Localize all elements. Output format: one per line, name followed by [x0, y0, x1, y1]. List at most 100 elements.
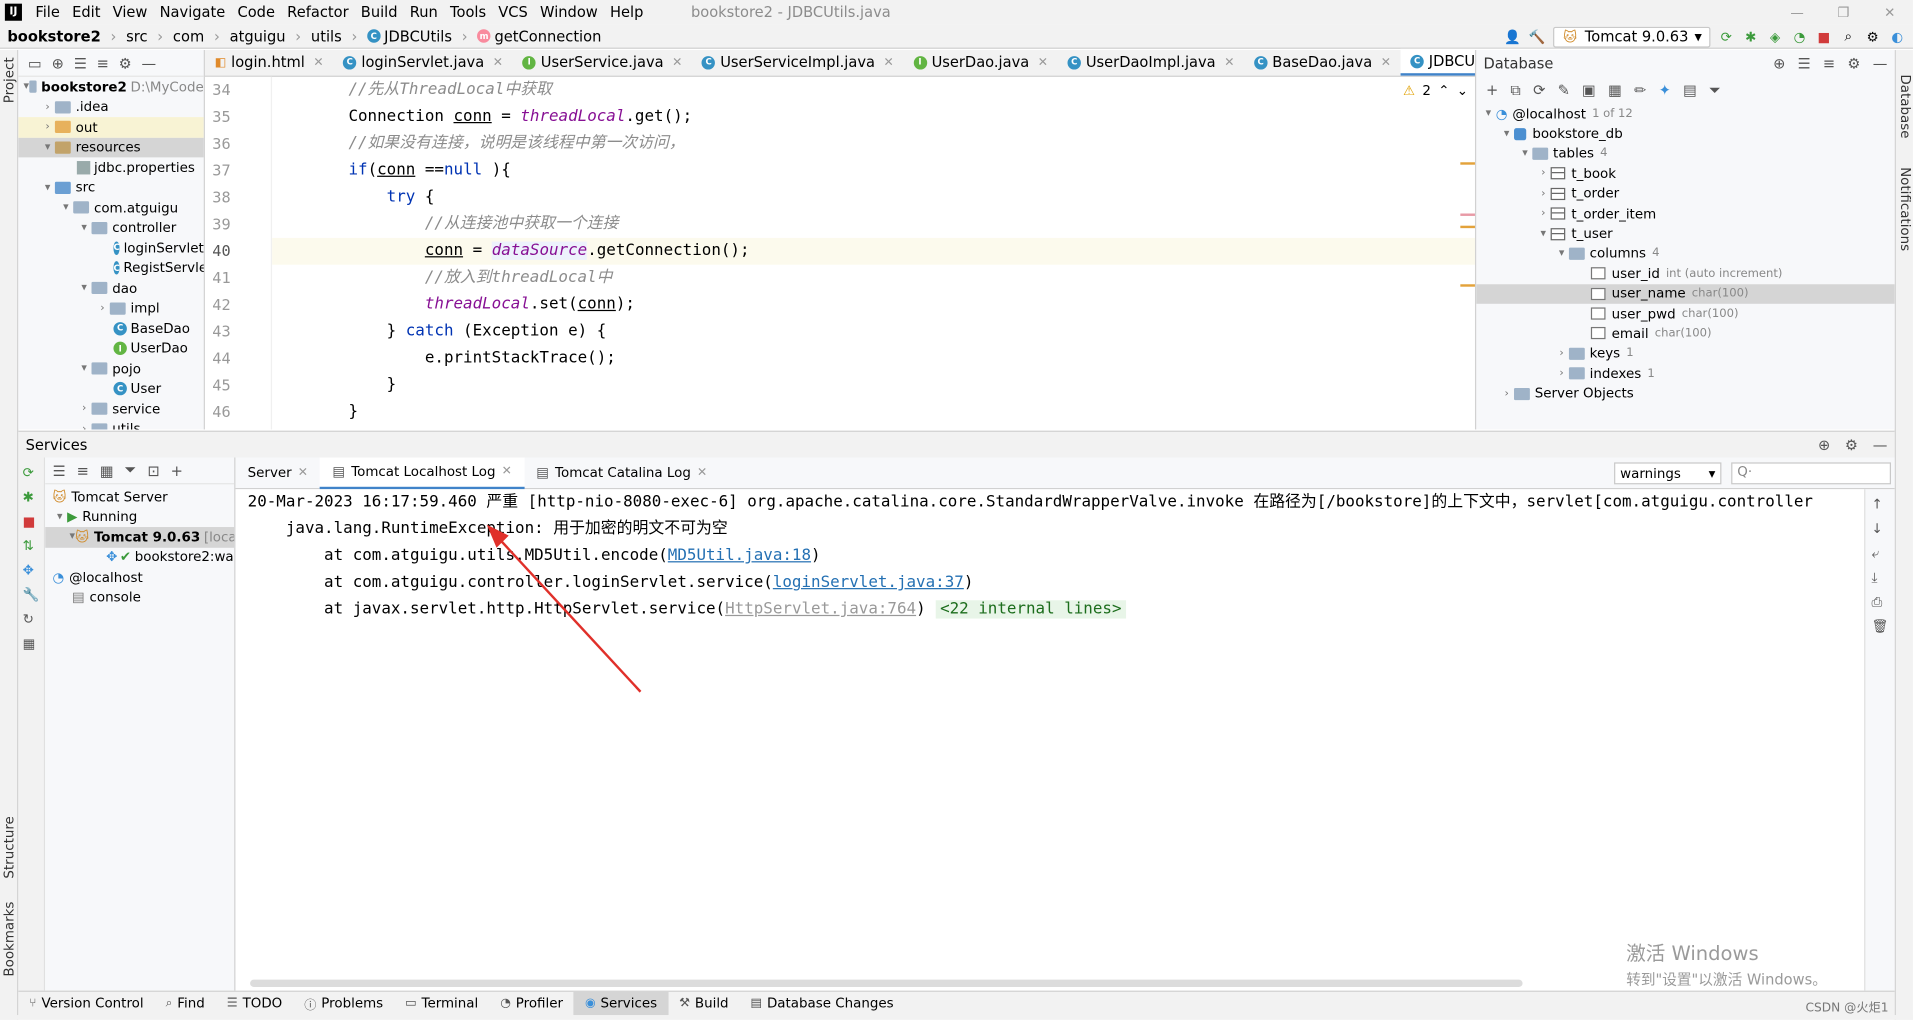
- chevron-down-icon[interactable]: ⌄: [1457, 83, 1468, 99]
- close-window-icon[interactable]: ✕: [1871, 0, 1908, 24]
- tab-userserviceimpl-java[interactable]: C UserServiceImpl.java ✕: [692, 49, 903, 76]
- minimize-icon[interactable]: —: [1779, 0, 1816, 24]
- tree-item-userdao[interactable]: I UserDao: [18, 339, 203, 359]
- notifications-tool-tab[interactable]: Notifications: [1897, 167, 1913, 251]
- rerun-icon[interactable]: ⟳: [1718, 28, 1735, 45]
- pencil-icon[interactable]: ✏: [1634, 82, 1646, 99]
- stacktrace-link[interactable]: HttpServlet.java:764: [725, 600, 916, 618]
- tab-userdaoimpl-java[interactable]: C UserDaoImpl.java ✕: [1058, 49, 1244, 76]
- db-column-user-id[interactable]: user_id int (auto increment): [1476, 264, 1894, 284]
- db-item-server-objects[interactable]: › Server Objects: [1476, 384, 1894, 404]
- new-tab-icon[interactable]: ⊡: [147, 462, 159, 479]
- db-item-tables[interactable]: ▾ tables 4: [1476, 144, 1894, 164]
- code-editor[interactable]: //先从ThreadLocal中获取 Connection conn = thr…: [272, 77, 1475, 430]
- close-icon[interactable]: ✕: [1381, 56, 1391, 69]
- svc-item-tomcat[interactable]: ▾🐱Tomcat 9.0.63[local]: [45, 527, 234, 548]
- coverage-icon[interactable]: ◈: [1767, 28, 1784, 45]
- tab-profiler[interactable]: ◔ Profiler: [489, 991, 574, 1015]
- db-item-schema[interactable]: ▾ bookstore_db: [1476, 124, 1894, 144]
- tab-terminal[interactable]: ▭ Terminal: [394, 991, 489, 1015]
- tab-problems[interactable]: ⓘ Problems: [293, 991, 394, 1015]
- filter-icon[interactable]: ⏷: [1709, 81, 1721, 99]
- user-icon[interactable]: 👤: [1504, 28, 1521, 45]
- menu-tools[interactable]: Tools: [444, 4, 492, 21]
- stop-icon[interactable]: ■: [1815, 28, 1832, 45]
- hammer-icon[interactable]: 🔨: [1529, 28, 1546, 45]
- locate-icon[interactable]: ⊕: [1773, 55, 1785, 72]
- breadcrumb-class[interactable]: JDBCUtils: [384, 27, 452, 44]
- layout-icon[interactable]: ▦: [23, 636, 40, 653]
- log-output[interactable]: 20-Mar-2023 16:17:59.460 严重 [http-nio-80…: [235, 489, 1865, 978]
- locate-icon[interactable]: ⊕: [52, 54, 64, 71]
- breadcrumb-method[interactable]: getConnection: [494, 27, 601, 44]
- print-icon[interactable]: ⎙: [1871, 594, 1888, 611]
- tab-services[interactable]: ◉ Services: [573, 991, 669, 1016]
- trash-icon[interactable]: 🗑: [1871, 619, 1888, 636]
- close-icon[interactable]: ✕: [493, 56, 503, 69]
- tree-item-idea[interactable]: › .idea: [18, 97, 203, 117]
- jump-icon[interactable]: ✦: [1659, 82, 1671, 99]
- tab-userdao-java[interactable]: I UserDao.java ✕: [904, 49, 1058, 76]
- close-icon[interactable]: ✕: [697, 466, 707, 479]
- tab-build[interactable]: ⚒ Build: [668, 991, 739, 1015]
- breadcrumb-com[interactable]: com: [173, 27, 204, 44]
- restore-icon[interactable]: ❐: [1825, 0, 1862, 24]
- tree-item-utils[interactable]: › utils: [18, 419, 203, 430]
- tree-item-src[interactable]: ▾ src: [18, 178, 203, 198]
- close-icon[interactable]: ✕: [298, 466, 308, 479]
- arrow-up-icon[interactable]: ↑: [1871, 497, 1888, 514]
- breadcrumb-src[interactable]: src: [126, 27, 147, 44]
- console-icon[interactable]: ▤: [1683, 82, 1697, 99]
- run-configuration-select[interactable]: 🐱 Tomcat 9.0.63 ▾: [1553, 26, 1711, 47]
- debug-icon[interactable]: ✱: [23, 489, 40, 506]
- table-icon[interactable]: ▦: [1608, 82, 1622, 99]
- deploy-icon[interactable]: ⇅: [23, 538, 40, 555]
- database-tool-tab[interactable]: Database: [1897, 74, 1913, 138]
- tree-item-project-root[interactable]: ▾ bookstore2 D:\MyCode: [18, 77, 204, 97]
- menu-vcs[interactable]: VCS: [492, 4, 534, 21]
- db-item-columns[interactable]: ▾ columns 4: [1476, 244, 1894, 264]
- collapse-all-icon[interactable]: ≡: [1823, 55, 1835, 72]
- copy-icon[interactable]: ⧉: [1510, 81, 1520, 99]
- locate-icon[interactable]: ⊕: [1818, 436, 1830, 453]
- tab-loginservlet-java[interactable]: CloginServlet.java ✕: [333, 49, 512, 76]
- close-icon[interactable]: ✕: [313, 56, 323, 69]
- tree-item-jdbc-properties[interactable]: jdbc.properties: [18, 157, 203, 177]
- soft-wrap-icon[interactable]: ⤶: [1871, 545, 1888, 562]
- chevron-up-icon[interactable]: ⌃: [1438, 83, 1449, 99]
- menu-file[interactable]: File: [29, 4, 66, 21]
- refresh-icon[interactable]: ⟳: [1533, 82, 1545, 99]
- add-icon[interactable]: +: [171, 462, 183, 479]
- project-view-icon[interactable]: ▭: [28, 54, 42, 71]
- filter-icon[interactable]: ⏷: [125, 461, 137, 479]
- debug-icon[interactable]: ✱: [1742, 28, 1759, 45]
- stop-icon[interactable]: ■: [23, 514, 40, 531]
- db-item-localhost[interactable]: ▾ ◔ @localhost 1 of 12: [1476, 104, 1894, 124]
- tree-item-loginservlet[interactable]: CloginServlet: [18, 238, 204, 258]
- breadcrumb-project[interactable]: bookstore2: [7, 27, 100, 44]
- expand-all-icon[interactable]: ☰: [1798, 55, 1811, 72]
- menu-window[interactable]: Window: [534, 4, 604, 21]
- tab-database-changes[interactable]: ▤ Database Changes: [740, 991, 905, 1015]
- project-tool-tab[interactable]: Project: [1, 57, 17, 103]
- search-icon[interactable]: ⌕: [1840, 28, 1857, 45]
- tree-item-pojo[interactable]: ▾ pojo: [18, 359, 203, 379]
- collapse-all-icon[interactable]: ≡: [77, 462, 89, 479]
- expand-all-icon[interactable]: ☰: [52, 462, 65, 479]
- svc-item-artifact[interactable]: ✥ ✔ bookstore2:war: [45, 547, 234, 567]
- stacktrace-link[interactable]: MD5Util.java:18: [668, 547, 811, 565]
- menu-build[interactable]: Build: [355, 4, 404, 21]
- close-icon[interactable]: ✕: [672, 56, 682, 69]
- expand-all-icon[interactable]: ☰: [74, 54, 87, 71]
- bookmarks-tool-tab[interactable]: Bookmarks: [1, 902, 17, 977]
- rerun-icon[interactable]: ⟳: [23, 465, 40, 482]
- db-item-t-order-item[interactable]: › t_order_item: [1476, 204, 1894, 224]
- tree-item-basedao[interactable]: C BaseDao: [18, 318, 203, 338]
- arrow-down-icon[interactable]: ↓: [1871, 521, 1888, 538]
- svc-item-console[interactable]: ▤ console: [45, 587, 234, 607]
- artifact-icon[interactable]: ✥: [23, 562, 40, 579]
- menu-refactor[interactable]: Refactor: [281, 4, 355, 21]
- gear-icon[interactable]: ⚙: [1845, 436, 1858, 453]
- stacktrace-link[interactable]: loginServlet.java:37: [773, 573, 964, 591]
- menu-help[interactable]: Help: [604, 4, 650, 21]
